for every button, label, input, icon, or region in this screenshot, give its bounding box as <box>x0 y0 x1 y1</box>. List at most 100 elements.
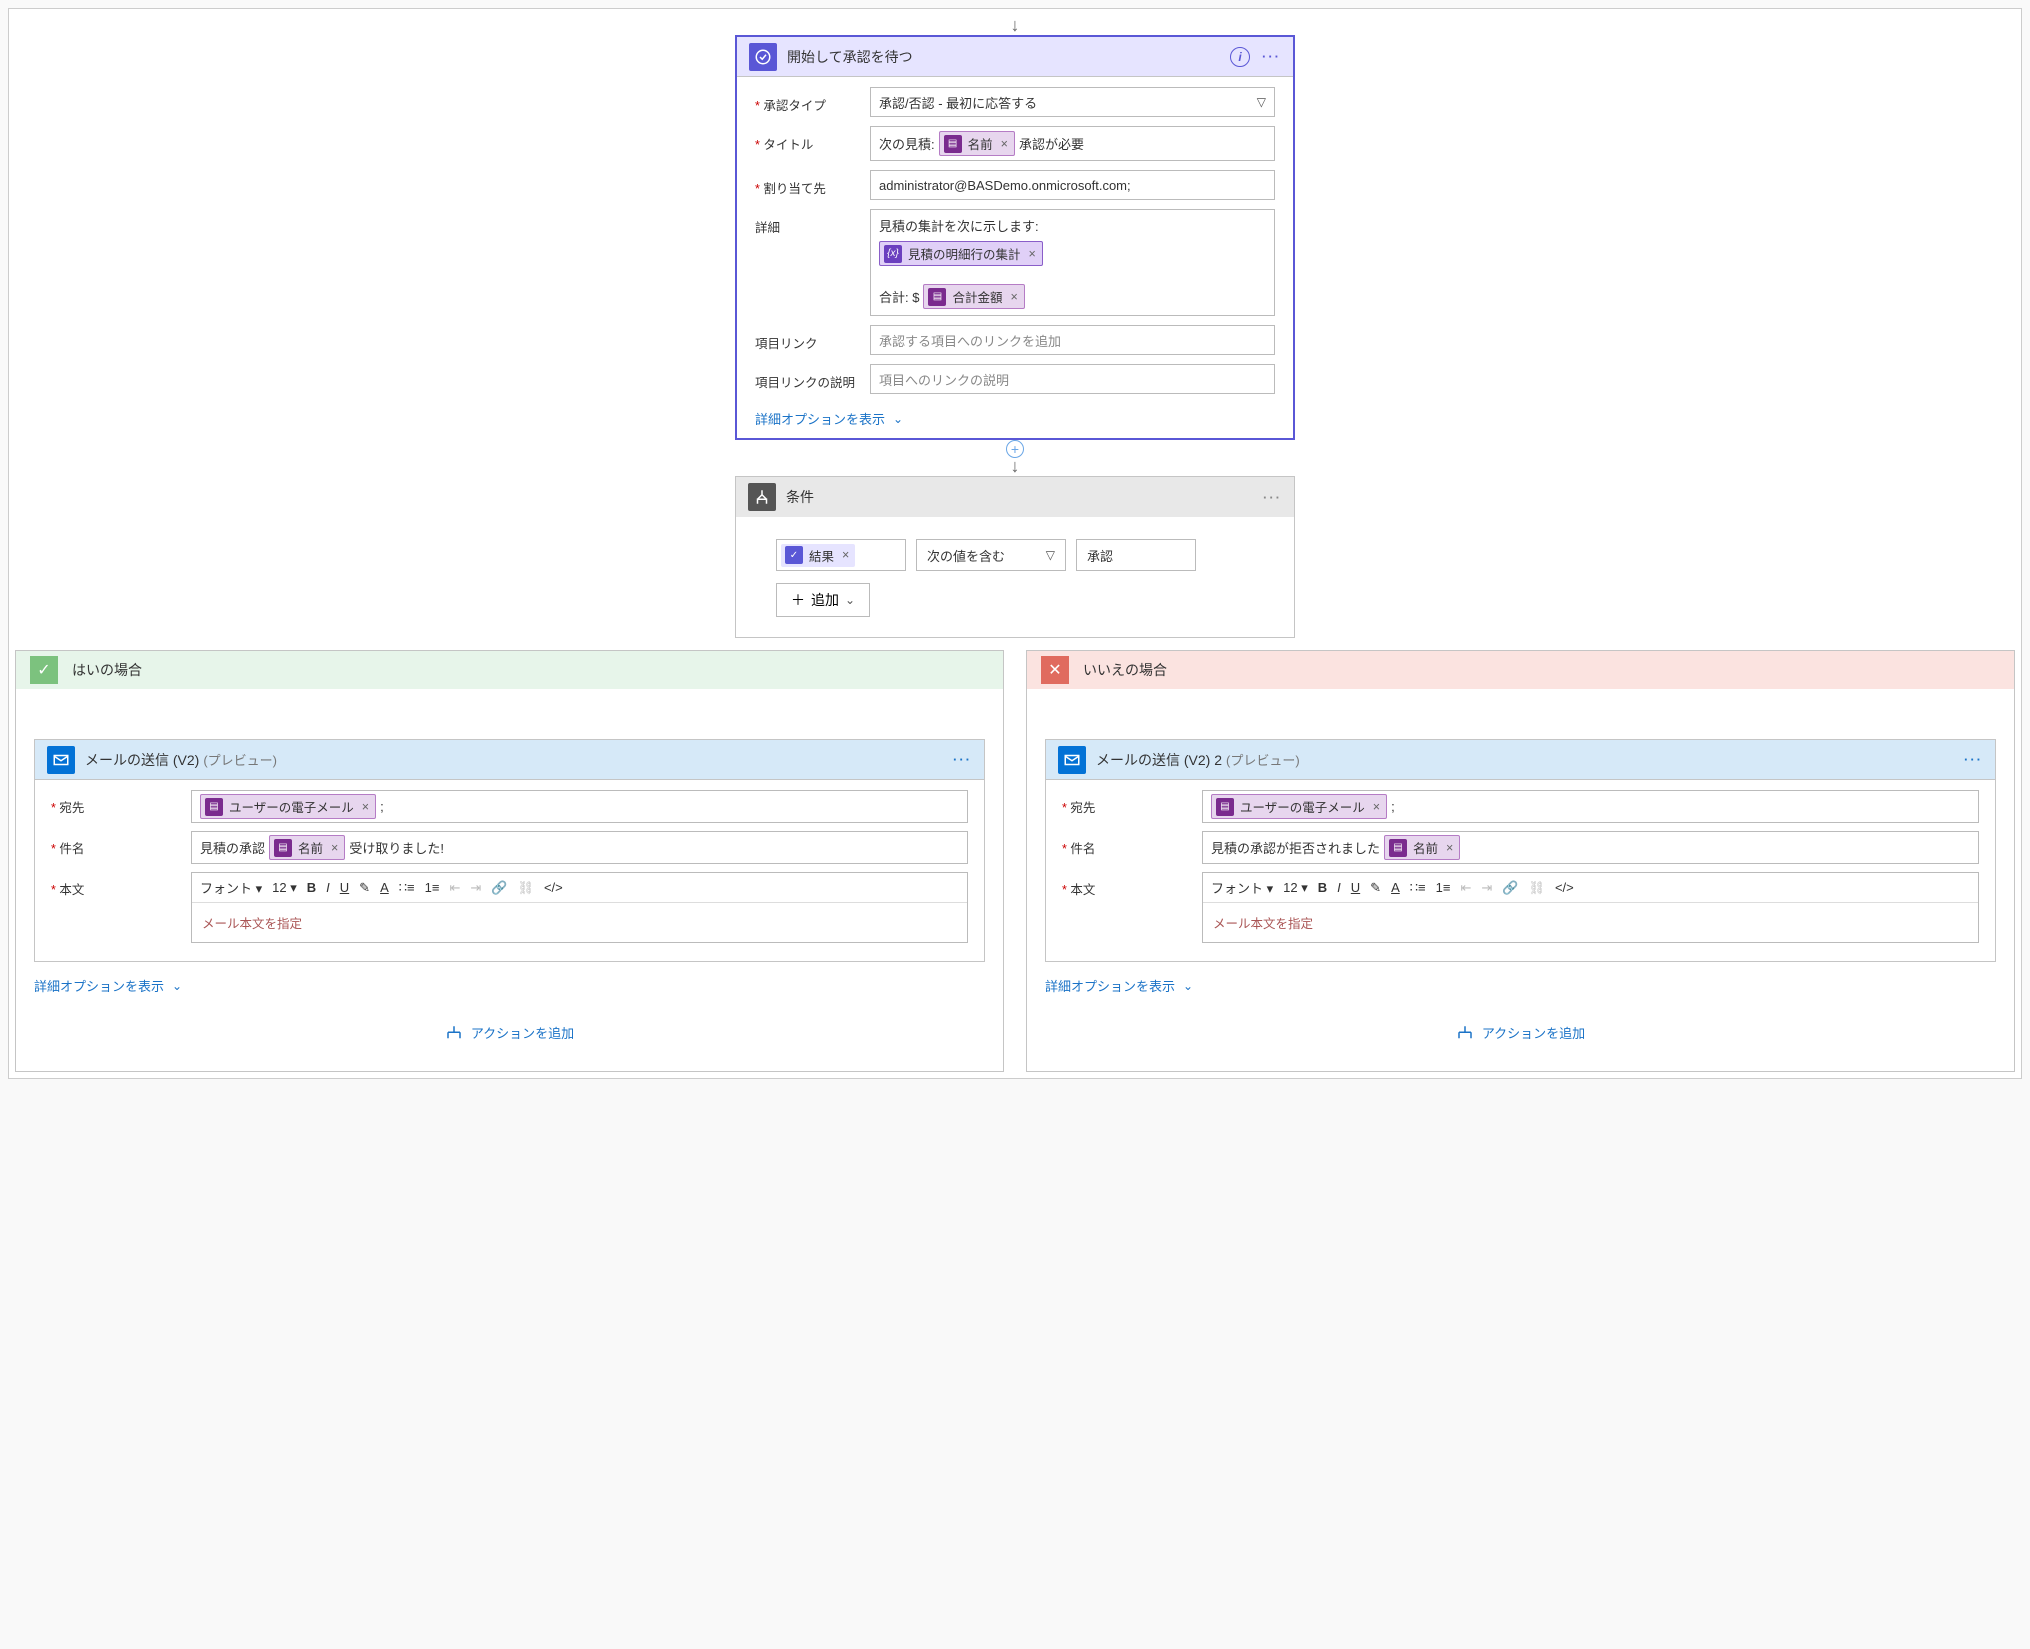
condition-header[interactable]: 条件 ··· <box>736 477 1294 517</box>
type-label: 承認タイプ <box>755 87 870 114</box>
remove-token-icon[interactable]: × <box>1001 137 1008 151</box>
remove-token-icon[interactable]: × <box>362 800 369 814</box>
database-icon: ▤ <box>928 288 946 306</box>
approval-type-select[interactable]: 承認/否認 - 最初に応答する ▽ <box>870 87 1275 117</box>
outlook-icon <box>47 746 75 774</box>
detail-label: 詳細 <box>755 209 870 236</box>
bold-icon[interactable]: B <box>307 880 316 895</box>
add-condition-button[interactable]: ＋ 追加 ⌄ <box>776 583 870 617</box>
outdent-icon[interactable]: ⇤ <box>1460 880 1471 896</box>
body-placeholder[interactable]: メール本文を指定 <box>1203 903 1978 942</box>
to-input[interactable]: ▤ユーザーの電子メール× ; <box>1202 790 1979 823</box>
approval-chip-icon: ✓ <box>785 546 803 564</box>
title-field-label: タイトル <box>755 126 870 153</box>
color-icon[interactable]: A <box>1391 880 1400 895</box>
number-list-icon[interactable]: 1≡ <box>1436 880 1451 895</box>
size-select[interactable]: 12 ▾ <box>272 880 297 896</box>
subject-input[interactable]: 見積の承認 ▤名前× 受け取りました! <box>191 831 968 864</box>
token-user-email[interactable]: ▤ユーザーの電子メール× <box>1211 794 1387 819</box>
add-action-button[interactable]: アクションを追加 <box>445 1023 574 1042</box>
add-action-button[interactable]: アクションを追加 <box>1456 1023 1585 1042</box>
remove-token-icon[interactable]: × <box>331 841 338 855</box>
token-name[interactable]: ▤名前× <box>939 131 1015 156</box>
body-editor[interactable]: フォント ▾ 12 ▾ B I U ✎ A ∷≡ 1≡ ⇤ <box>191 872 968 943</box>
email-menu-icon[interactable]: ··· <box>953 752 972 767</box>
highlight-icon[interactable]: ✎ <box>1370 880 1381 896</box>
yes-email-header[interactable]: メールの送信 (V2) (プレビュー) ··· <box>35 740 984 780</box>
show-advanced-options[interactable]: 詳細オプションを表示 ⌄ <box>755 409 903 428</box>
approval-menu-icon[interactable]: ··· <box>1262 49 1281 64</box>
link-input[interactable]: 承認する項目へのリンクを追加 <box>870 325 1275 355</box>
show-advanced-options[interactable]: 詳細オプションを表示⌄ <box>34 976 182 995</box>
font-select[interactable]: フォント ▾ <box>1211 878 1273 897</box>
body-placeholder[interactable]: メール本文を指定 <box>192 903 967 942</box>
token-name[interactable]: ▤名前× <box>269 835 345 860</box>
condition-left-input[interactable]: ✓結果× <box>776 539 906 571</box>
bullet-list-icon[interactable]: ∷≡ <box>399 880 415 896</box>
color-icon[interactable]: A <box>380 880 389 895</box>
approval-header[interactable]: 開始して承認を待つ i ··· <box>737 37 1293 77</box>
remove-token-icon[interactable]: × <box>842 548 849 562</box>
size-select[interactable]: 12 ▾ <box>1283 880 1308 896</box>
italic-icon[interactable]: I <box>326 880 330 895</box>
link-icon[interactable]: 🔗 <box>1502 880 1518 896</box>
rte-toolbar: フォント ▾ 12 ▾ B I U ✎ A ∷≡ 1≡ ⇤ <box>192 873 967 903</box>
chevron-down-icon: ⌄ <box>172 979 182 993</box>
remove-token-icon[interactable]: × <box>1029 247 1036 261</box>
token-name[interactable]: ▤名前× <box>1384 835 1460 860</box>
link-icon[interactable]: 🔗 <box>491 880 507 896</box>
arrow-in-icon: ↓ <box>1011 16 1020 34</box>
bold-icon[interactable]: B <box>1318 880 1327 895</box>
to-input[interactable]: ▤ユーザーの電子メール× ; <box>191 790 968 823</box>
body-label: 本文 <box>51 872 191 943</box>
indent-icon[interactable]: ⇥ <box>1481 880 1492 896</box>
underline-icon[interactable]: U <box>340 880 349 895</box>
show-advanced-options[interactable]: 詳細オプションを表示⌄ <box>1045 976 1193 995</box>
no-email-card: メールの送信 (V2) 2 (プレビュー) ··· 宛先 ▤ユーザーの電子メール… <box>1045 739 1996 962</box>
bullet-list-icon[interactable]: ∷≡ <box>1410 880 1426 896</box>
chevron-down-icon: ⌄ <box>1183 979 1193 993</box>
token-total[interactable]: ▤合計金額× <box>923 284 1024 309</box>
condition-operator-select[interactable]: 次の値を含む ▽ <box>916 539 1066 571</box>
code-icon[interactable]: </> <box>544 880 563 895</box>
linkdesc-label: 項目リンクの説明 <box>755 364 870 391</box>
assign-label: 割り当て先 <box>755 170 870 197</box>
number-list-icon[interactable]: 1≡ <box>425 880 440 895</box>
token-user-email[interactable]: ▤ユーザーの電子メール× <box>200 794 376 819</box>
code-icon[interactable]: </> <box>1555 880 1574 895</box>
title-input[interactable]: 次の見積: ▤名前× 承認が必要 <box>870 126 1275 161</box>
remove-token-icon[interactable]: × <box>1010 290 1017 304</box>
underline-icon[interactable]: U <box>1351 880 1360 895</box>
unlink-icon[interactable]: ⛓ <box>517 880 534 896</box>
font-select[interactable]: フォント ▾ <box>200 878 262 897</box>
token-result[interactable]: ✓結果× <box>781 544 855 567</box>
highlight-icon[interactable]: ✎ <box>359 880 370 896</box>
yes-header: ✓ はいの場合 <box>16 651 1003 689</box>
token-fx-summary[interactable]: {x}見積の明細行の集計× <box>879 241 1043 266</box>
no-email-header[interactable]: メールの送信 (V2) 2 (プレビュー) ··· <box>1046 740 1995 780</box>
chevron-down-icon: ▽ <box>1046 548 1055 562</box>
linkdesc-input[interactable]: 項目へのリンクの説明 <box>870 364 1275 394</box>
add-action-icon <box>445 1024 463 1042</box>
remove-token-icon[interactable]: × <box>1373 800 1380 814</box>
condition-title: 条件 <box>786 487 814 507</box>
italic-icon[interactable]: I <box>1337 880 1341 895</box>
arrow-icon: ↓ <box>1011 457 1020 475</box>
indent-icon[interactable]: ⇥ <box>470 880 481 896</box>
info-icon[interactable]: i <box>1230 47 1250 67</box>
detail-input[interactable]: 見積の集計を次に示します: {x}見積の明細行の集計× 合計: $ ▤合計金額× <box>870 209 1275 316</box>
condition-menu-icon[interactable]: ··· <box>1263 490 1282 505</box>
approval-icon <box>749 43 777 71</box>
remove-token-icon[interactable]: × <box>1446 841 1453 855</box>
unlink-icon[interactable]: ⛓ <box>1528 880 1545 896</box>
assign-input[interactable]: administrator@BASDemo.onmicrosoft.com; <box>870 170 1275 200</box>
plus-icon: ＋ <box>791 590 805 610</box>
to-label: 宛先 <box>51 790 191 823</box>
body-editor[interactable]: フォント ▾ 12 ▾ B I U ✎ A ∷≡ 1≡ ⇤ <box>1202 872 1979 943</box>
outdent-icon[interactable]: ⇤ <box>449 880 460 896</box>
email-menu-icon[interactable]: ··· <box>1964 752 1983 767</box>
add-action-icon <box>1456 1024 1474 1042</box>
subject-input[interactable]: 見積の承認が拒否されました ▤名前× <box>1202 831 1979 864</box>
title-prefix: 次の見積: <box>879 134 935 153</box>
condition-value-input[interactable]: 承認 <box>1076 539 1196 571</box>
